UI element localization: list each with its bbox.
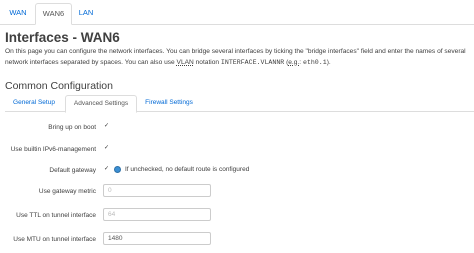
default-gateway-checkbox[interactable]: ✓: [104, 166, 109, 172]
tab-wan[interactable]: WAN: [5, 3, 31, 23]
bring-up-on-boot-checkbox[interactable]: ✓: [104, 123, 109, 129]
code-eth0-1: eth0.1: [302, 58, 327, 66]
tab-lan[interactable]: LAN: [73, 3, 99, 23]
gateway-metric-input[interactable]: [103, 184, 211, 197]
tab-wan6[interactable]: WAN6: [35, 3, 72, 25]
page-title: Interfaces - WAN6: [5, 30, 120, 45]
code-interface-vlannr: INTERFACE.VLANNR: [220, 58, 285, 66]
bring-up-on-boot-label: Bring up on boot: [48, 124, 96, 131]
info-icon: [114, 166, 121, 173]
ttl-tunnel-label: Use TTL on tunnel interface: [16, 212, 96, 219]
default-gateway-label: Default gateway: [49, 167, 96, 174]
config-tabs: General Setup Advanced Settings Firewall…: [5, 94, 474, 113]
default-gateway-hint: If unchecked, no default route is config…: [125, 166, 250, 173]
page-description: On this page you can configure the netwo…: [5, 47, 471, 68]
interface-tabs: WAN WAN6 LAN: [0, 0, 474, 25]
mtu-tunnel-input[interactable]: [103, 232, 211, 245]
description-text: ).: [326, 58, 331, 66]
ipv6-management-label: Use builtin IPv6-management: [10, 146, 96, 153]
mtu-tunnel-label: Use MTU on tunnel interface: [13, 236, 96, 243]
tab-firewall-settings[interactable]: Firewall Settings: [139, 95, 199, 111]
ttl-tunnel-input[interactable]: [103, 208, 211, 221]
eg-abbr: e.g.: [288, 58, 300, 66]
tab-advanced-settings[interactable]: Advanced Settings: [65, 95, 137, 113]
vlan-abbr: VLAN: [176, 58, 194, 66]
gateway-metric-label: Use gateway metric: [38, 188, 96, 195]
tab-general-setup[interactable]: General Setup: [6, 95, 62, 111]
section-title: Common Configuration: [5, 80, 113, 92]
description-text: notation: [193, 58, 221, 66]
ipv6-management-checkbox[interactable]: ✓: [104, 145, 109, 151]
